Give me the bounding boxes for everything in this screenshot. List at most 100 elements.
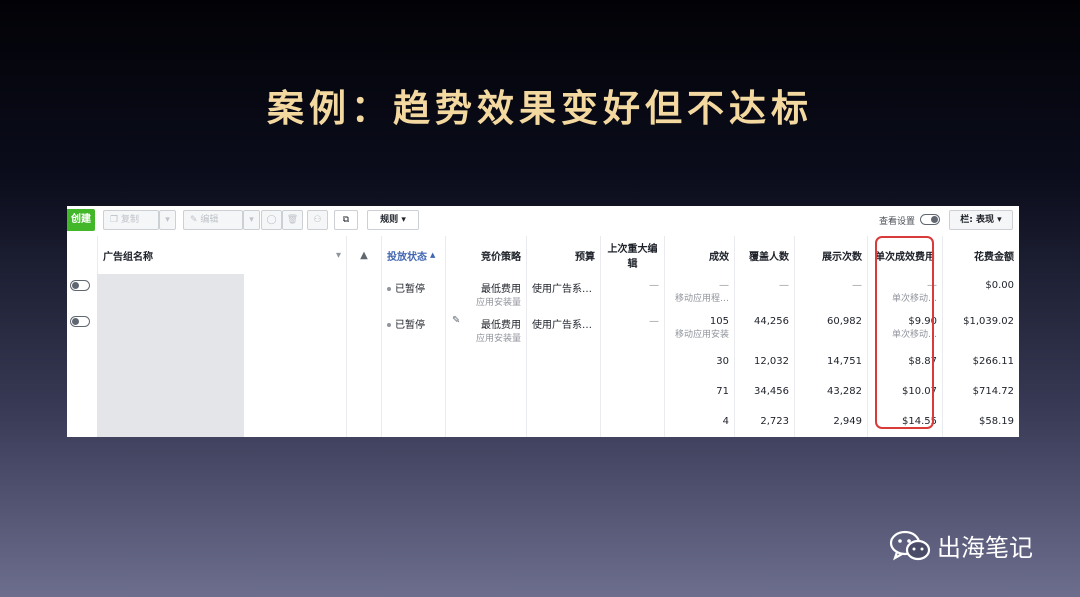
trash-icon: 🗑 (286, 215, 299, 225)
delivery-status: 已暂停 (395, 320, 425, 331)
budget-cell: 使用广告系… (526, 310, 600, 347)
copy-dropdown-button[interactable]: ▾ (159, 210, 176, 230)
people-icon: ⚇ (313, 215, 322, 225)
results-cell: 30 (664, 347, 734, 376)
warning-cell (346, 376, 381, 406)
results-main: 105 (709, 316, 729, 327)
redacted-names-block (97, 274, 244, 437)
edit-button[interactable]: ✎ 编辑 (183, 210, 243, 230)
delivery-cell (381, 376, 445, 406)
circle-icon: ◯ (266, 215, 277, 225)
copy-label: 复制 (120, 215, 139, 225)
header-warning[interactable]: ▲ (346, 236, 381, 274)
ads-manager-screenshot: 创建 ❐ 复制 ▾ ✎ 编辑 ▾ ◯ 🗑 ⚇ ⧉ 规则 ▾ 查看设置 栏: 表现… (67, 206, 1019, 437)
header-impressions[interactable]: 展示次数 (794, 236, 867, 274)
create-button[interactable]: 创建 (67, 209, 95, 231)
row-toggle-cell (67, 347, 97, 376)
delivery-cell: 已暂停 (381, 274, 445, 310)
bid-strategy-cell: 最低费用 应用安装量 (445, 274, 526, 310)
bid-strategy-cell (445, 406, 526, 437)
impressions-cell: 14,751 (794, 347, 867, 376)
results-cell: 105 移动应用安装 (664, 310, 734, 347)
header-name[interactable]: 广告组名称 ▾ (97, 236, 346, 274)
reach-cell: 34,456 (734, 376, 794, 406)
status-dot-icon (387, 287, 391, 291)
row-toggle-cell (67, 310, 97, 347)
bid-strategy-cell (445, 376, 526, 406)
watermark-text: 出海笔记 (937, 534, 1033, 562)
bid-strategy-main: 最低费用 (481, 320, 521, 331)
preview-button[interactable]: ⧉ (334, 210, 358, 230)
reach-cell: 2,723 (734, 406, 794, 437)
warning-cell (346, 274, 381, 310)
pencil-icon[interactable]: ✎ (452, 315, 460, 326)
last-edit-cell (600, 376, 664, 406)
header-toggle-col (67, 236, 97, 274)
last-edit-cell: — (600, 274, 664, 310)
preview-icon: ⧉ (342, 215, 350, 225)
watermark: 出海笔记 (889, 528, 1033, 563)
chevron-down-icon: ▾ (165, 215, 170, 225)
amount-spent-cell: $714.72 (942, 376, 1019, 406)
impressions-cell: 43,282 (794, 376, 867, 406)
last-edit-cell (600, 406, 664, 437)
pencil-icon: ✎ (190, 215, 198, 225)
results-main: — (719, 280, 729, 291)
edit-dropdown-button[interactable]: ▾ (243, 210, 260, 230)
impressions-cell: 60,982 (794, 310, 867, 347)
budget-cell (526, 347, 600, 376)
rules-button[interactable]: 规则 ▾ (367, 210, 419, 230)
cost-per-result-highlight (875, 236, 934, 429)
budget-cell (526, 406, 600, 437)
results-cell: 4 (664, 406, 734, 437)
view-settings-toggle[interactable] (920, 214, 940, 225)
warning-cell (346, 406, 381, 437)
last-edit-cell: — (600, 310, 664, 347)
header-reach[interactable]: 覆盖人数 (734, 236, 794, 274)
delivery-cell: 已暂停 (381, 310, 445, 347)
header-results[interactable]: 成效 (664, 236, 734, 274)
header-bid-strategy[interactable]: 竞价策略 (445, 236, 526, 274)
slide-title: 案例：趋势效果变好但不达标 (267, 87, 813, 130)
bid-strategy-sub: 应用安装量 (475, 334, 521, 344)
header-delivery-label: 投放状态 (387, 251, 427, 263)
wechat-icon (889, 530, 931, 560)
rules-label: 规则 (380, 215, 399, 225)
warning-cell (346, 310, 381, 347)
reach-cell: 44,256 (734, 310, 794, 347)
results-sub: 移动应用安装 (674, 330, 729, 340)
delivery-cell (381, 347, 445, 376)
results-cell: 71 (664, 376, 734, 406)
row-toggle-cell (67, 406, 97, 437)
copy-icon: ❐ (110, 215, 119, 225)
header-budget[interactable]: 预算 (526, 236, 600, 274)
row-status-toggle[interactable] (70, 280, 90, 291)
budget-cell: 使用广告系… (526, 274, 600, 310)
audience-button[interactable]: ⚇ (307, 210, 328, 230)
header-delivery[interactable]: 投放状态 ▲ (381, 236, 445, 274)
last-edit-cell (600, 347, 664, 376)
copy-button[interactable]: ❐ 复制 (103, 210, 159, 230)
header-amount-spent[interactable]: 花费金额 (942, 236, 1019, 274)
delivery-cell (381, 406, 445, 437)
amount-spent-cell: $0.00 (942, 274, 1019, 310)
amount-spent-cell: $58.19 (942, 406, 1019, 437)
reach-cell: — (734, 274, 794, 310)
results-sub: 移动应用程… (674, 294, 729, 304)
view-settings-label: 查看设置 (879, 217, 916, 227)
header-last-edit[interactable]: 上次重大编辑 (600, 236, 664, 274)
delivery-status: 已暂停 (395, 284, 425, 295)
ab-test-button[interactable]: ◯ (261, 210, 282, 230)
reach-cell: 12,032 (734, 347, 794, 376)
edit-label: 编辑 (200, 215, 219, 225)
results-cell: — 移动应用程… (664, 274, 734, 310)
columns-button[interactable]: 栏: 表现 ▾ (949, 210, 1013, 230)
bid-strategy-cell: ✎ 最低费用应用安装量 (445, 310, 526, 347)
row-status-toggle[interactable] (70, 316, 90, 327)
delete-button[interactable]: 🗑 (282, 210, 303, 230)
row-toggle-cell (67, 274, 97, 310)
row-toggle-cell (67, 376, 97, 406)
bid-strategy-sub: 应用安装量 (475, 298, 521, 308)
caret-down-icon: ▾ (997, 215, 1002, 225)
status-dot-icon (387, 323, 391, 327)
